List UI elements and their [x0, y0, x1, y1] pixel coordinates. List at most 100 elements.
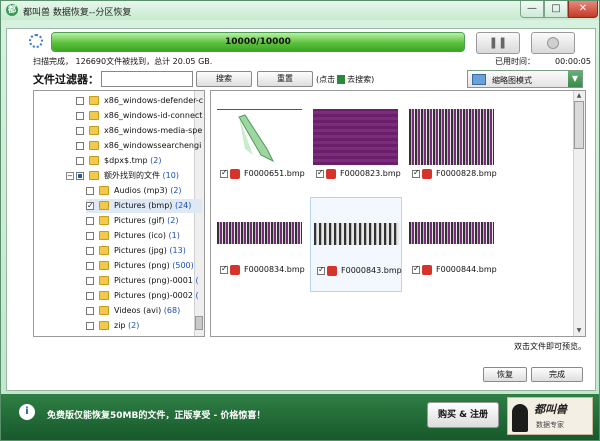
thumbnail-scroll-thumb[interactable]: [574, 101, 584, 149]
chevron-down-icon[interactable]: ▼: [568, 71, 582, 87]
tree-checkbox[interactable]: [86, 262, 94, 270]
recover-button[interactable]: 恢复: [483, 367, 527, 382]
thumbnail-view-icon: [472, 74, 486, 85]
folder-icon: [89, 141, 99, 150]
tree-checkbox[interactable]: [76, 127, 84, 135]
thumbnail-checkbox[interactable]: [220, 167, 228, 179]
hint-suffix: 去搜索): [347, 75, 375, 84]
tree-checkbox[interactable]: [86, 322, 94, 330]
tree-checkbox[interactable]: [86, 277, 94, 285]
view-mode-label: 缩略图模式: [492, 76, 532, 85]
view-mode-select[interactable]: 缩略图模式 ▼: [467, 70, 583, 88]
tree-item[interactable]: x86_windowssearchengi: [76, 139, 202, 153]
tree-item-label: Videos (avi) (68): [114, 306, 181, 315]
filter-input[interactable]: [101, 71, 193, 87]
app-window: 都 都叫兽 数据恢复--分区恢复 — □ ✕ 10000/10000 ❚❚ 扫描…: [0, 0, 600, 441]
close-button[interactable]: ✕: [568, 1, 598, 18]
tree-item[interactable]: Audios (mp3) (2): [86, 184, 202, 198]
tree-item[interactable]: $dpx$.tmp (2): [76, 154, 202, 168]
thumbnail-checkbox[interactable]: [317, 264, 325, 276]
logo-subtitle: 数据专家: [536, 421, 564, 429]
tree-checkbox[interactable]: [86, 232, 94, 240]
thumbnail-checkbox[interactable]: [412, 167, 420, 179]
file-name: F0000834.bmp: [244, 265, 305, 274]
buy-register-button[interactable]: 购买 & 注册: [427, 402, 499, 428]
thumbnail-image: [314, 223, 399, 245]
tree-item-label: Pictures (jpg) (13): [114, 246, 186, 255]
thumbnail-scrollbar[interactable]: ▲ ▼: [573, 91, 585, 336]
filter-label: 文件过滤器：: [33, 73, 99, 86]
thumbnail-tile[interactable]: F0000651.bmp: [214, 101, 306, 196]
tree-checkbox[interactable]: [86, 307, 94, 315]
brand-logo: 都叫兽 数据专家: [507, 397, 593, 435]
tree-item[interactable]: Pictures (bmp) (24): [86, 199, 202, 213]
tree-item[interactable]: Pictures (gif) (2): [86, 214, 202, 228]
folder-icon: [99, 291, 109, 300]
tree-item[interactable]: Videos (avi) (68): [86, 304, 202, 318]
elapsed-value: 00:00:05: [555, 57, 591, 66]
collapse-toggle-icon[interactable]: −: [66, 172, 74, 180]
folder-icon: [89, 126, 99, 135]
stop-icon: [547, 37, 559, 49]
file-name: F0000843.bmp: [341, 266, 402, 275]
scroll-down-icon[interactable]: ▼: [575, 327, 583, 335]
thumbnail-checkbox[interactable]: [316, 167, 324, 179]
thumbnail-tile[interactable]: F0000823.bmp: [310, 101, 402, 196]
search-go-icon: [337, 75, 346, 84]
tree-checkbox[interactable]: [76, 97, 84, 105]
folder-icon: [99, 246, 109, 255]
finish-button[interactable]: 完成: [531, 367, 583, 382]
elapsed-label: 已用时间：: [495, 57, 535, 66]
thumbnail-checkbox[interactable]: [412, 263, 420, 275]
pause-button[interactable]: ❚❚: [476, 32, 520, 54]
tree-checkbox[interactable]: [76, 157, 84, 165]
search-hint: (点击 去搜索): [316, 74, 374, 85]
tree-checkbox[interactable]: [76, 142, 84, 150]
search-button[interactable]: 搜索: [196, 71, 252, 87]
tree-item[interactable]: Pictures (jpg) (13): [86, 244, 202, 258]
file-type-tree[interactable]: x86_windows-defender-c x86_windows-id-co…: [33, 90, 205, 337]
tree-item-label: x86_windowssearchengi: [104, 141, 202, 150]
tree-item[interactable]: − 额外找到的文件 (10): [66, 169, 202, 183]
bmp-file-icon: [422, 168, 432, 179]
tree-checkbox[interactable]: [86, 217, 94, 225]
tree-item[interactable]: x86_windows-defender-c: [76, 94, 203, 108]
tree-item-label: x86_windows-media-spe: [104, 126, 203, 135]
scroll-up-icon[interactable]: ▲: [575, 92, 583, 100]
folder-icon: [89, 171, 99, 180]
tree-item-label: Pictures (ico) (1): [114, 231, 180, 240]
tree-item[interactable]: Pictures (png)-0001 (: [86, 274, 202, 288]
thumbnail-checkbox[interactable]: [220, 263, 228, 275]
scan-status: 扫描完成， 126690文件被找到，总计 20.05 GB.: [33, 57, 213, 66]
tree-item[interactable]: Pictures (ico) (1): [86, 229, 202, 243]
tree-checkbox[interactable]: [86, 187, 94, 195]
footer-banner: i 免费版仅能恢复50MB的文件，正版享受 - 价格惊喜！ 购买 & 注册 都叫…: [1, 394, 599, 440]
tree-item-label: Pictures (png)-0002 (: [114, 291, 199, 300]
tree-item[interactable]: Pictures (png)-0002 (: [86, 289, 202, 303]
file-name: F0000844.bmp: [436, 265, 497, 274]
thumbnail-tile[interactable]: F0000828.bmp: [406, 101, 498, 196]
tree-item[interactable]: Pictures (png) (500): [86, 259, 202, 273]
tree-checkbox[interactable]: [86, 199, 94, 213]
tree-item[interactable]: x86_windows-id-connect: [76, 109, 202, 123]
tree-item-label: Pictures (png) (500): [114, 261, 194, 270]
thumbnail-tile[interactable]: F0000843.bmp: [310, 197, 402, 292]
minimize-button[interactable]: —: [520, 1, 544, 18]
tree-checkbox[interactable]: [86, 292, 94, 300]
maximize-button[interactable]: □: [544, 1, 568, 18]
thumbnail-grid[interactable]: ▲ ▼ F0000651.bmp F0000823.bmp F0000828.bmp…: [210, 90, 586, 337]
tree-checkbox[interactable]: [76, 172, 84, 180]
reset-button[interactable]: 重置: [257, 71, 313, 87]
thumbnail-tile[interactable]: F0000844.bmp: [406, 197, 498, 292]
tree-item-label: zip (2): [114, 321, 140, 330]
folder-icon: [89, 96, 99, 105]
license-notice: 免费版仅能恢复50MB的文件，正版享受 - 价格惊喜！: [47, 411, 266, 421]
thumbnail-tile[interactable]: F0000834.bmp: [214, 197, 306, 292]
tree-checkbox[interactable]: [76, 112, 84, 120]
file-name: F0000828.bmp: [436, 169, 497, 178]
tree-item[interactable]: zip (2): [86, 319, 202, 333]
tree-item[interactable]: x86_windows-media-spe: [76, 124, 202, 138]
tree-checkbox[interactable]: [86, 247, 94, 255]
tree-item-label: x86_windows-id-connect: [104, 111, 203, 120]
stop-button[interactable]: [531, 32, 575, 54]
